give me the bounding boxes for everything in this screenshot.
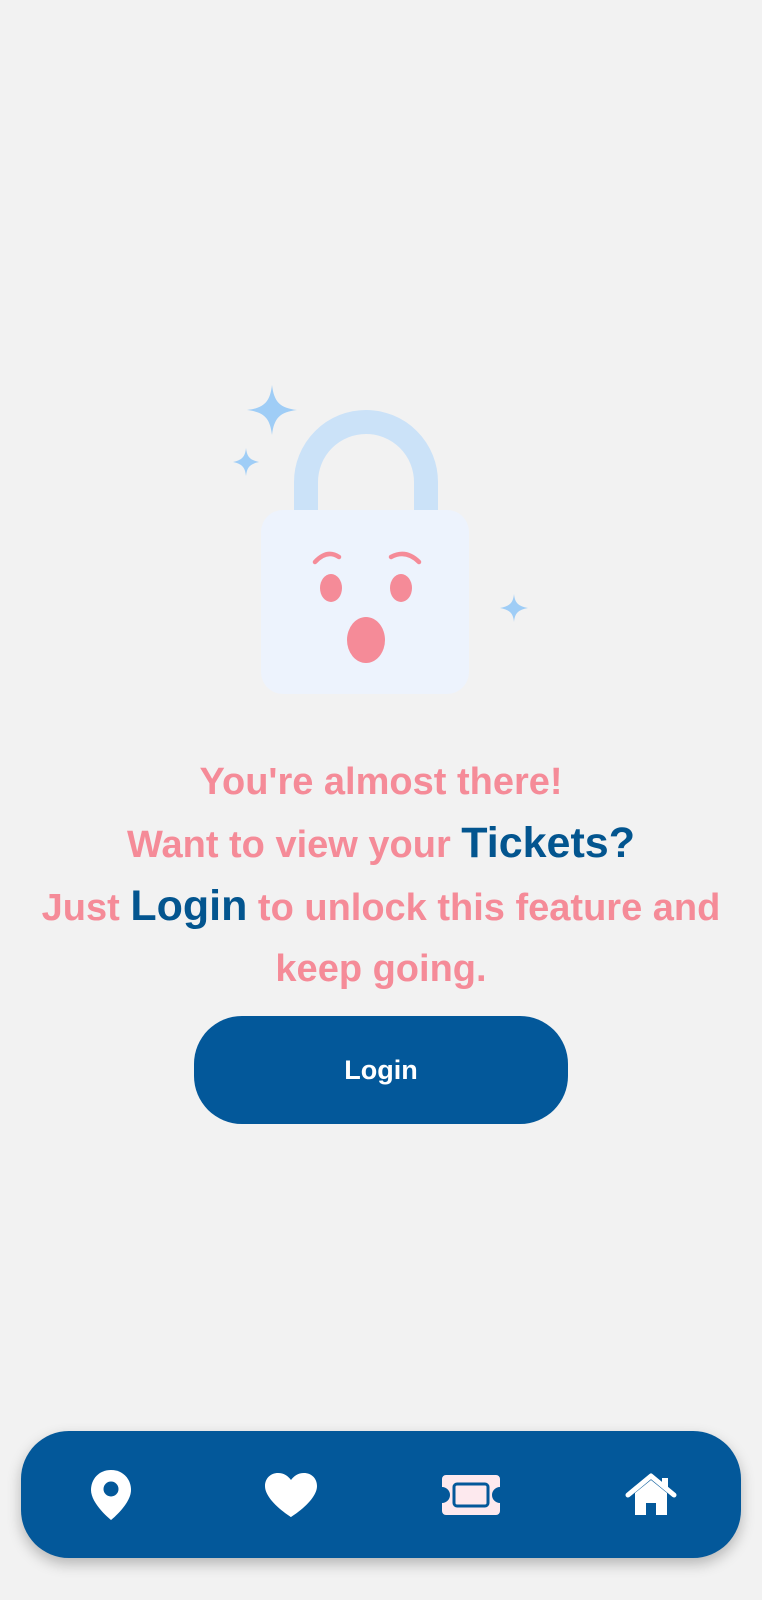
nav-item-home[interactable]	[611, 1455, 691, 1535]
home-icon	[625, 1473, 677, 1515]
ticket-icon	[442, 1474, 500, 1515]
message-line-3-prefix: Just	[41, 887, 131, 929]
message-line-3: Just Login to unlock this feature and ke…	[21, 876, 741, 1000]
right-eye	[390, 574, 412, 602]
login-button[interactable]: Login	[194, 1016, 568, 1124]
mouth	[347, 617, 385, 663]
sparkle-icon-right	[500, 594, 528, 622]
nav-item-tickets[interactable]	[431, 1455, 511, 1535]
nav-item-favorites[interactable]	[251, 1455, 331, 1535]
nav-item-location[interactable]	[71, 1455, 151, 1535]
login-keyword: Login	[130, 882, 248, 930]
lock-shackle	[294, 410, 438, 512]
sparkle-icon-small	[233, 448, 259, 476]
message-line-2-text: Want to view your	[127, 824, 462, 866]
left-eye	[320, 574, 342, 602]
message-line-1: You're almost there!	[199, 761, 563, 803]
lock-body	[261, 510, 469, 694]
message-line-3-suffix: to unlock this feature and keep going.	[247, 887, 721, 990]
tickets-keyword: Tickets?	[461, 819, 635, 867]
unlock-message: You're almost there! Want to view your T…	[0, 752, 762, 1000]
bottom-nav	[21, 1431, 741, 1558]
lock-illustration	[233, 385, 528, 694]
message-line-2: Want to view your Tickets?	[0, 813, 762, 876]
heart-icon	[265, 1472, 317, 1517]
sparkle-icon-large	[247, 385, 297, 435]
location-pin-icon	[91, 1469, 131, 1520]
